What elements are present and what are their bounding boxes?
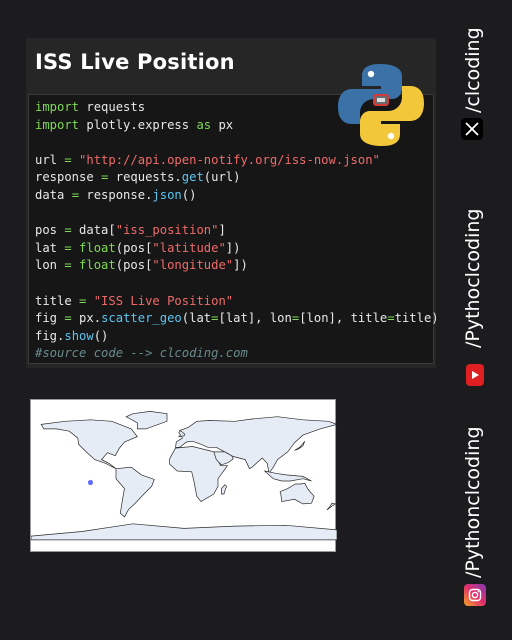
- code-token: "longitude": [152, 258, 234, 273]
- code-token: show: [64, 328, 94, 343]
- code-line: lat = float(pos["latitude"]): [35, 240, 439, 258]
- code-token: "latitude": [152, 240, 226, 255]
- code-token: ]): [233, 258, 248, 273]
- code-token: =: [64, 311, 72, 326]
- code-line: data = response.json(): [35, 187, 439, 205]
- code-line: fig.show(): [35, 328, 439, 346]
- code-token: as: [196, 117, 212, 132]
- code-token: =: [64, 258, 72, 273]
- code-token: lon: [35, 258, 65, 273]
- card-title: ISS Live Position: [35, 50, 235, 74]
- code-token: (pos[: [115, 240, 153, 255]
- landmass-new-zealand: [326, 502, 337, 511]
- code-token: url: [35, 152, 65, 167]
- code-token: plotly.express: [79, 117, 197, 132]
- code-line: lon = float(pos["longitude"]): [35, 257, 439, 275]
- landmass-north-america: [40, 419, 138, 470]
- code-token: (url): [203, 170, 241, 185]
- code-token: px: [211, 117, 234, 132]
- landmass-madagascar: [221, 484, 227, 495]
- code-token: [lon], title: [299, 311, 388, 326]
- youtube-icon[interactable]: [466, 364, 484, 386]
- code-token: scatter_geo: [101, 311, 182, 326]
- landmass-greenland: [125, 411, 168, 430]
- code-line: url = "http://api.open-notify.org/iss-no…: [35, 152, 439, 170]
- land-masses: [31, 411, 337, 541]
- code-token: requests: [79, 100, 146, 114]
- code-line: title = "ISS Live Position": [35, 293, 439, 311]
- code-token: =: [71, 187, 80, 202]
- code-line: response = requests.get(url): [35, 169, 439, 187]
- social-sidebar: /clcoding /Pythoclcoding /Pythonclcoding: [448, 0, 504, 640]
- code-line: #source code --> clcoding.com: [35, 345, 439, 363]
- code-token: "ISS Live Position": [93, 293, 234, 308]
- code-token: "http://api.open-notify.org/iss-now.json…: [79, 152, 380, 167]
- code-token: response: [35, 170, 102, 185]
- youtube-handle[interactable]: /Pythoclcoding: [462, 209, 484, 348]
- code-token: fig: [35, 311, 65, 326]
- instagram-icon[interactable]: [464, 584, 486, 606]
- code-token: (lat: [181, 311, 212, 326]
- code-token: float: [79, 258, 116, 273]
- code-line: fig = px.scatter_geo(lat=[lat], lon=[lon…: [35, 310, 439, 328]
- code-token: =: [64, 223, 72, 238]
- landmass-antarctica: [31, 523, 337, 541]
- code-token: [lat], lon: [218, 311, 292, 326]
- code-token: data[: [71, 223, 116, 238]
- x-handle[interactable]: /clcoding: [462, 27, 484, 113]
- python-logo-icon: [338, 64, 424, 146]
- code-token: import: [35, 100, 80, 114]
- code-token: (): [181, 187, 197, 202]
- code-token: (): [93, 328, 109, 343]
- iss-position-marker: [87, 479, 94, 486]
- code-line: pos = data["iss_position"]: [35, 222, 439, 240]
- landmass-japan: [294, 440, 306, 451]
- code-token: json: [152, 187, 182, 202]
- code-token: =: [64, 152, 72, 167]
- code-token: "iss_position": [115, 223, 219, 238]
- x-icon[interactable]: [461, 118, 483, 140]
- landmass-australia: [279, 482, 315, 505]
- instagram-handle[interactable]: /Pythonclcoding: [462, 427, 484, 579]
- code-token: lat: [35, 240, 65, 255]
- code-token: title): [394, 311, 439, 326]
- code-token: get: [181, 170, 204, 185]
- code-token: ]): [225, 240, 241, 255]
- code-token: #source code --> clcoding.com: [35, 346, 248, 361]
- code-token: px.: [71, 311, 102, 326]
- code-token: ]: [218, 223, 226, 238]
- code-token: import: [35, 117, 80, 132]
- code-token: response.: [79, 187, 153, 202]
- code-token: (pos[: [115, 258, 153, 273]
- world-map-plot: [30, 399, 337, 552]
- code-token: pos: [35, 223, 65, 238]
- code-token: fig.: [35, 328, 65, 343]
- code-token: requests.: [108, 170, 182, 185]
- code-token: title: [35, 293, 80, 308]
- code-token: data: [35, 187, 72, 202]
- landmass-south-america: [115, 466, 155, 518]
- landmass-indonesia: [263, 470, 312, 482]
- code-token: float: [79, 240, 116, 255]
- world-map: [31, 411, 337, 541]
- code-token: =: [64, 240, 72, 255]
- code-token: =: [387, 311, 395, 326]
